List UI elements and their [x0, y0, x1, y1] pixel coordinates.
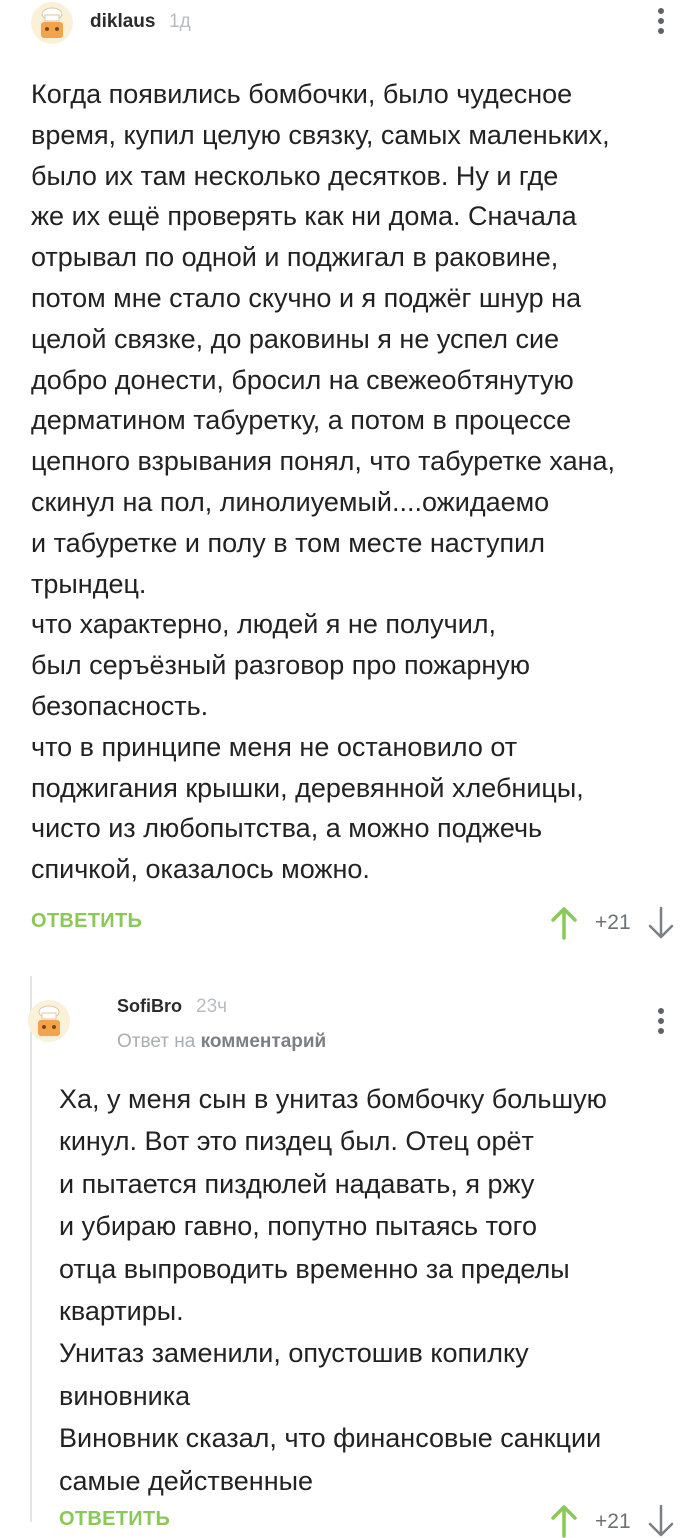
arrow-down-icon[interactable] — [647, 906, 675, 940]
rating-count: +21 — [595, 1510, 631, 1533]
author-name[interactable]: SofiBro — [117, 996, 182, 1017]
arrow-down-icon[interactable] — [647, 1504, 675, 1538]
more-vertical-icon[interactable] — [658, 8, 666, 38]
comment-time: 1д — [169, 11, 191, 32]
comment-text: Когда появились бомбочки, было чудесное … — [31, 79, 616, 885]
reply-to-link[interactable]: комментарий — [201, 1031, 327, 1052]
avatar[interactable] — [28, 1000, 70, 1042]
reply-thread-line — [30, 976, 32, 1522]
more-vertical-icon[interactable] — [658, 1008, 666, 1038]
comment-text: Ха, у меня сын в унитаз бомбочку большую… — [59, 1084, 607, 1496]
avatar-chef-icon — [31, 2, 73, 44]
reply-to-line: Ответ на комментарий — [117, 1031, 326, 1053]
rating-count: +21 — [595, 911, 631, 934]
reply-button[interactable]: ОТВЕТИТЬ — [31, 910, 142, 933]
author-name[interactable]: diklaus — [90, 11, 155, 33]
comment-time: 23ч — [196, 996, 228, 1017]
reply-to-prefix: Ответ на — [117, 1031, 196, 1052]
reply-button[interactable]: ОТВЕТИТЬ — [59, 1508, 170, 1531]
avatar[interactable] — [31, 2, 73, 44]
arrow-up-icon[interactable] — [550, 906, 578, 940]
avatar-chef-icon — [28, 1000, 70, 1042]
arrow-up-icon[interactable] — [550, 1504, 578, 1538]
